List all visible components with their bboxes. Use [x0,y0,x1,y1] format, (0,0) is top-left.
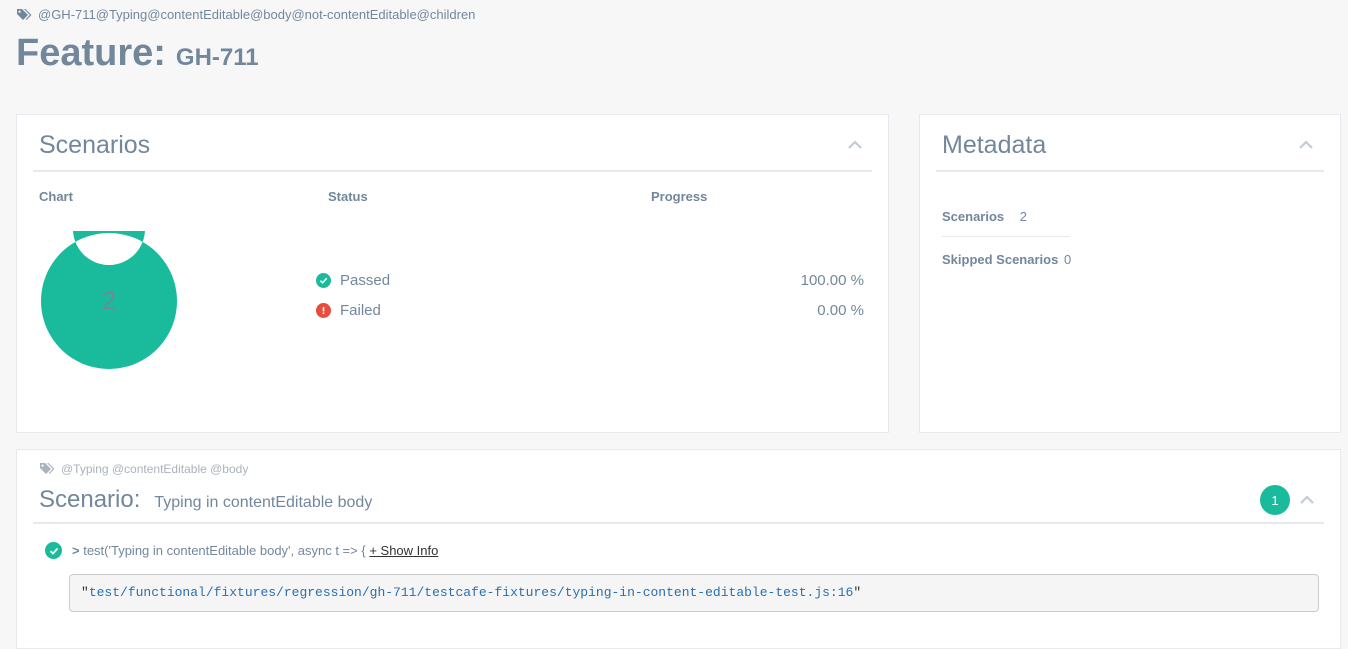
metadata-scenarios: Scenarios 2 [942,209,1027,224]
scenarios-collapse-icon[interactable] [847,139,863,151]
scenarios-total-count: 2 [102,287,116,315]
page-title: Feature: GH-711 [16,32,259,75]
scenario-tags: @Typing @contentEditable @body [39,462,248,476]
step-passed-icon [45,542,62,559]
status-failed-label: Failed [340,302,381,319]
feature-label: Feature: [16,32,166,74]
feature-tags-text: @GH-711@Typing@contentEditable@body@not-… [38,7,476,22]
tags-icon [40,463,55,474]
feature-name: GH-711 [175,44,259,71]
scenario-title: Scenario: Typing in contentEditable body [39,486,372,514]
status-column-header: Status [328,189,368,204]
metadata-skipped-key: Skipped Scenarios [942,252,1059,267]
metadata-panel: Metadata Scenarios 2 Skipped Scenarios 0 [919,114,1341,433]
metadata-skipped: Skipped Scenarios 0 [942,252,1071,267]
scenario-panel: @Typing @contentEditable @body Scenario:… [16,449,1341,649]
step-location-path: test/functional/fixtures/regression/gh-7… [88,585,854,600]
step-body: test('Typing in contentEditable body', a… [83,543,366,558]
metadata-skipped-value: 0 [1063,252,1072,267]
scenario-label: Scenario: [39,486,141,513]
scenario-collapse-icon[interactable] [1299,494,1315,506]
status-failed: Failed [316,302,381,319]
status-passed: Passed [316,272,390,289]
scenario-name: Typing in contentEditable body [154,494,373,511]
check-circle-icon [316,273,331,288]
step-text: > test('Typing in contentEditable body',… [72,543,438,558]
scenarios-panel: Scenarios Chart Status Progress 2 Passed… [16,114,889,433]
metadata-scenarios-value: 2 [1019,209,1028,224]
scenario-tags-text: @Typing @contentEditable @body [61,462,249,476]
progress-passed: 100.00 % [800,272,864,289]
metadata-collapse-icon[interactable] [1298,139,1314,151]
show-info-link[interactable]: + Show Info [369,543,438,558]
status-passed-label: Passed [340,272,391,289]
exclamation-circle-icon [316,303,331,318]
metadata-row-divider [942,236,1070,237]
metadata-divider [936,170,1324,172]
scenarios-divider [33,170,872,172]
step-keyword: > [72,543,80,558]
scenario-divider [33,522,1324,524]
scenario-step: > test('Typing in contentEditable body',… [45,542,438,559]
metadata-panel-title: Metadata [942,131,1047,159]
progress-column-header: Progress [651,189,708,204]
metadata-scenarios-key: Scenarios [942,209,1005,224]
scenario-count-badge: 1 [1260,485,1290,515]
step-location-code: "test/functional/fixtures/regression/gh-… [69,574,1319,612]
tags-icon [17,8,32,20]
scenarios-panel-title: Scenarios [39,131,151,159]
chart-column-header: Chart [39,189,73,204]
feature-tags: @GH-711@Typing@contentEditable@body@not-… [16,7,475,22]
progress-failed: 0.00 % [817,302,864,319]
